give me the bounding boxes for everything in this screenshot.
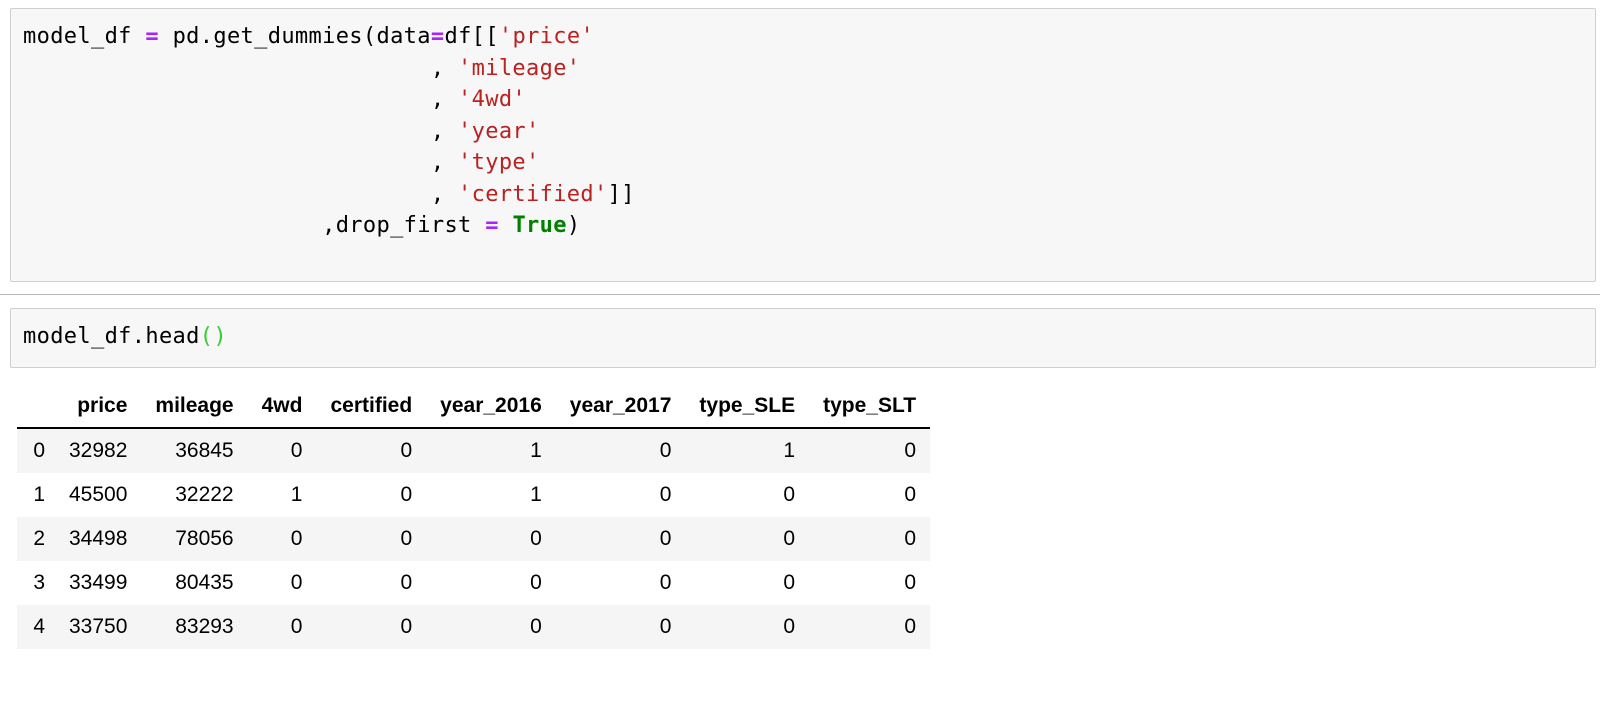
code-token-plain: ,drop_first: [23, 213, 485, 238]
column-header-mileage: mileage: [141, 388, 247, 428]
cell-year-2017: 0: [556, 517, 686, 561]
cell-type-sle: 0: [685, 605, 809, 649]
row-index: 2: [17, 517, 55, 561]
code-token-paren: (): [200, 324, 227, 349]
cell-certified: 0: [316, 517, 426, 561]
cell-price: 32982: [55, 428, 141, 473]
cell-price: 33499: [55, 561, 141, 605]
column-header-type-slt: type_SLT: [809, 388, 930, 428]
code-token-plain: ,: [23, 87, 458, 112]
column-header-certified: certified: [316, 388, 426, 428]
cell-4wd: 0: [248, 428, 317, 473]
cell-year-2016: 0: [426, 517, 556, 561]
code-token-plain: [499, 213, 513, 238]
column-header-type-sle: type_SLE: [685, 388, 809, 428]
cell-type-sle: 0: [685, 517, 809, 561]
dataframe-output: price mileage 4wd certified year_2016 ye…: [17, 388, 930, 649]
code-token-str: 'year': [458, 119, 540, 144]
cell-type-slt: 0: [809, 473, 930, 517]
code-token-plain: ]]: [608, 182, 635, 207]
cell-mileage: 80435: [141, 561, 247, 605]
code-token-plain: ,: [23, 150, 458, 175]
row-index: 1: [17, 473, 55, 517]
cell-type-slt: 0: [809, 605, 930, 649]
cell-price: 45500: [55, 473, 141, 517]
table-row: 1 45500 32222 1 0 1 0 0 0: [17, 473, 930, 517]
cell-4wd: 0: [248, 517, 317, 561]
cell-year-2016: 0: [426, 605, 556, 649]
cell-type-sle: 0: [685, 473, 809, 517]
cell-type-slt: 0: [809, 428, 930, 473]
cell-price: 34498: [55, 517, 141, 561]
dataframe-head: price mileage 4wd certified year_2016 ye…: [17, 388, 930, 428]
code-token-op: =: [145, 24, 159, 49]
code-token-str: '4wd': [458, 87, 526, 112]
code-token-plain: model_df: [23, 24, 145, 49]
row-index: 4: [17, 605, 55, 649]
cell-year-2017: 0: [556, 561, 686, 605]
code-token-plain: ): [567, 213, 581, 238]
cell-certified: 0: [316, 605, 426, 649]
cell-mileage: 83293: [141, 605, 247, 649]
cell-4wd: 0: [248, 605, 317, 649]
code-token-plain: model_df.head: [23, 324, 200, 349]
cell-4wd: 0: [248, 561, 317, 605]
row-index: 0: [17, 428, 55, 473]
cell-year-2017: 0: [556, 605, 686, 649]
code-token-plain: df[[: [444, 24, 498, 49]
cell-type-slt: 0: [809, 517, 930, 561]
column-header-year-2016: year_2016: [426, 388, 556, 428]
cell-4wd: 1: [248, 473, 317, 517]
code-cell-1-source[interactable]: model_df = pd.get_dummies(data=df[['pric…: [23, 21, 635, 242]
code-token-plain: pd.get_dummies(data: [159, 24, 431, 49]
cell-certified: 0: [316, 428, 426, 473]
code-cell-get-dummies[interactable]: model_df = pd.get_dummies(data=df[['pric…: [10, 8, 1596, 282]
cell-mileage: 36845: [141, 428, 247, 473]
code-token-kw: True: [512, 213, 566, 238]
cell-mileage: 78056: [141, 517, 247, 561]
cell-year-2016: 0: [426, 561, 556, 605]
cell-certified: 0: [316, 473, 426, 517]
code-token-str: 'mileage': [458, 56, 580, 81]
cell-certified: 0: [316, 561, 426, 605]
dataframe-body: 0 32982 36845 0 0 1 0 1 0 1 45500 32222 …: [17, 428, 930, 649]
dataframe-table: price mileage 4wd certified year_2016 ye…: [17, 388, 930, 649]
row-index: 3: [17, 561, 55, 605]
column-header-price: price: [55, 388, 141, 428]
code-token-plain: ,: [23, 119, 458, 144]
table-row: 0 32982 36845 0 0 1 0 1 0: [17, 428, 930, 473]
cell-type-slt: 0: [809, 561, 930, 605]
table-row: 2 34498 78056 0 0 0 0 0 0: [17, 517, 930, 561]
code-token-str: 'certified': [458, 182, 608, 207]
code-token-str: 'price': [499, 24, 594, 49]
table-row: 4 33750 83293 0 0 0 0 0 0: [17, 605, 930, 649]
code-token-plain: ,: [23, 182, 458, 207]
cell-type-sle: 0: [685, 561, 809, 605]
cell-year-2017: 0: [556, 473, 686, 517]
cell-type-sle: 1: [685, 428, 809, 473]
cell-year-2016: 1: [426, 473, 556, 517]
table-header-row: price mileage 4wd certified year_2016 ye…: [17, 388, 930, 428]
code-token-op: =: [431, 24, 445, 49]
column-header-index: [17, 388, 55, 428]
cell-divider: [0, 294, 1600, 295]
cell-year-2017: 0: [556, 428, 686, 473]
column-header-year-2017: year_2017: [556, 388, 686, 428]
cell-mileage: 32222: [141, 473, 247, 517]
code-token-str: 'type': [458, 150, 540, 175]
code-cell-head[interactable]: model_df.head(): [10, 308, 1596, 368]
code-cell-2-source[interactable]: model_df.head(): [23, 321, 227, 353]
cell-year-2016: 1: [426, 428, 556, 473]
code-token-plain: ,: [23, 56, 458, 81]
cell-price: 33750: [55, 605, 141, 649]
table-row: 3 33499 80435 0 0 0 0 0 0: [17, 561, 930, 605]
code-token-op: =: [485, 213, 499, 238]
column-header-4wd: 4wd: [248, 388, 317, 428]
